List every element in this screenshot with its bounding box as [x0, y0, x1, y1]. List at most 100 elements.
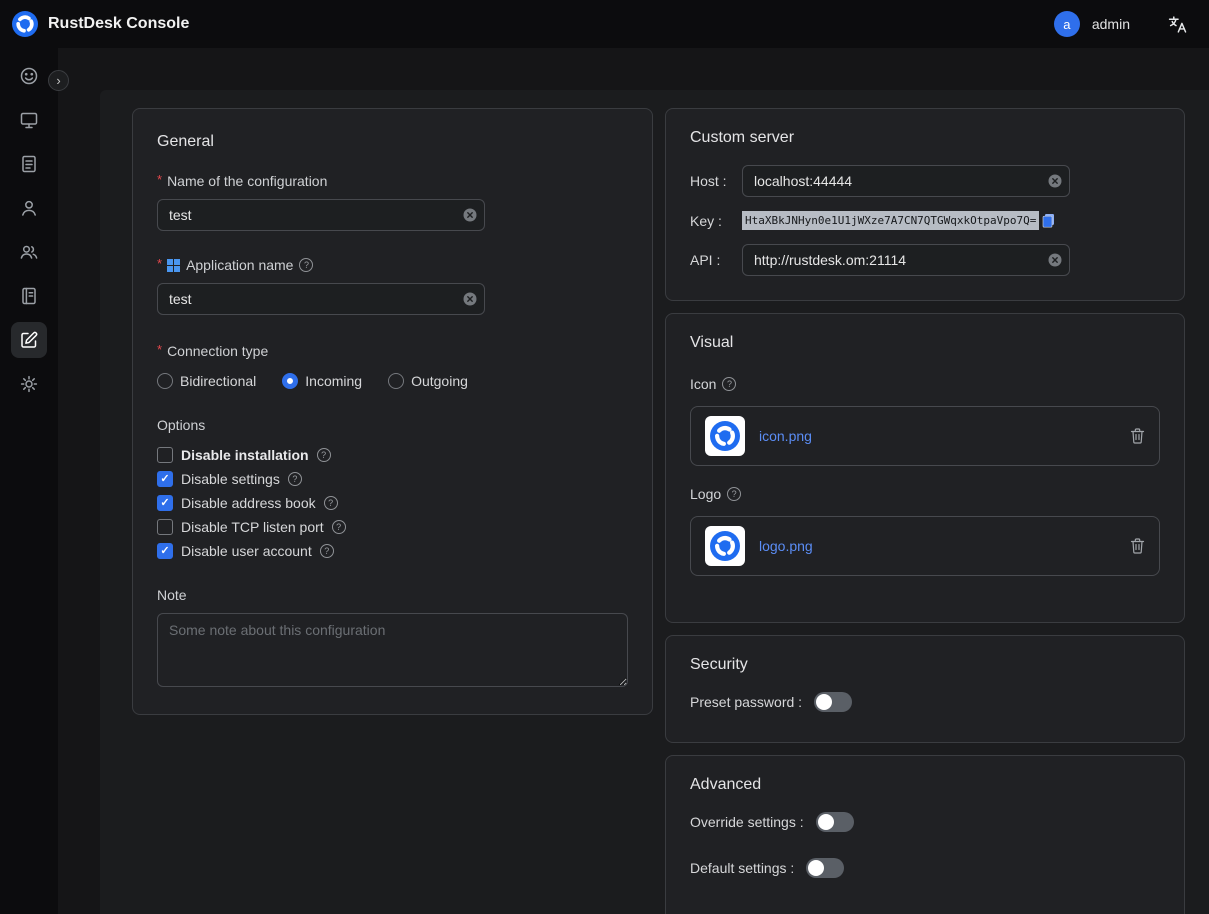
help-icon[interactable]: ? [299, 258, 313, 272]
checkbox-control[interactable] [157, 471, 173, 487]
logo-file-link[interactable]: logo.png [759, 538, 1116, 554]
icon-file-link[interactable]: icon.png [759, 428, 1116, 444]
options-label: Options [157, 417, 628, 433]
icon-file-box: icon.png [690, 406, 1160, 466]
general-title: General [157, 133, 628, 151]
sidebar [0, 48, 58, 914]
radio-control[interactable] [388, 373, 404, 389]
security-title: Security [690, 656, 1160, 674]
windows-icon [167, 259, 180, 272]
help-icon[interactable]: ? [324, 496, 338, 510]
radio-outgoing[interactable]: Outgoing [388, 373, 468, 389]
username[interactable]: admin [1092, 16, 1130, 32]
preset-password-toggle[interactable] [814, 692, 852, 712]
sidebar-item-dashboard[interactable] [11, 58, 47, 94]
config-name-label: * Name of the configuration [157, 173, 628, 189]
security-card: Security Preset password : [665, 635, 1185, 743]
clear-icon[interactable] [1048, 174, 1062, 188]
visual-card: Visual Icon ? ic [665, 313, 1185, 623]
host-row: Host : [690, 165, 1160, 197]
user-icon [19, 198, 39, 218]
radio-control[interactable] [157, 373, 173, 389]
monitor-icon [19, 110, 39, 130]
checkbox-control[interactable] [157, 495, 173, 511]
sidebar-item-logs[interactable] [11, 278, 47, 314]
checkbox-disable-user-account[interactable]: Disable user account ? [157, 543, 628, 559]
options-list: Disable installation ? Disable settings … [157, 447, 628, 559]
sidebar-item-custom-clients[interactable] [11, 322, 47, 358]
edit-icon [19, 330, 39, 350]
checkbox-disable-installation[interactable]: Disable installation ? [157, 447, 628, 463]
help-icon[interactable]: ? [727, 487, 741, 501]
document-icon [19, 154, 39, 174]
clear-icon[interactable] [463, 292, 477, 306]
avatar[interactable]: a [1054, 11, 1080, 37]
translate-icon[interactable] [1168, 16, 1187, 33]
host-input[interactable] [742, 165, 1070, 197]
header: RustDesk Console a admin [0, 0, 1209, 48]
application-name-label: * Application name ? [157, 257, 628, 273]
logo-label-row: Logo ? [690, 486, 1160, 502]
radio-bidirectional[interactable]: Bidirectional [157, 373, 256, 389]
copy-icon[interactable] [1041, 213, 1056, 228]
header-right: a admin [1054, 11, 1187, 37]
sidebar-expand-button[interactable]: › [48, 70, 69, 91]
config-name-input[interactable] [157, 199, 485, 231]
help-icon[interactable]: ? [288, 472, 302, 486]
api-input[interactable] [742, 244, 1070, 276]
rustdesk-logo-icon [12, 11, 38, 37]
help-icon[interactable]: ? [320, 544, 334, 558]
override-settings-row: Override settings : [690, 812, 1160, 832]
sidebar-item-settings[interactable] [11, 366, 47, 402]
content-area: General * Name of the configuration * [58, 48, 1209, 914]
users-icon [19, 242, 39, 262]
icon-label-row: Icon ? [690, 376, 1160, 392]
clear-icon[interactable] [463, 208, 477, 222]
help-icon[interactable]: ? [317, 448, 331, 462]
radio-incoming[interactable]: Incoming [282, 373, 362, 389]
sidebar-item-users[interactable] [11, 190, 47, 226]
icon-thumbnail [705, 416, 745, 456]
override-settings-label: Override settings : [690, 814, 804, 830]
sidebar-item-groups[interactable] [11, 234, 47, 270]
trash-icon[interactable] [1130, 428, 1145, 444]
checkbox-control[interactable] [157, 543, 173, 559]
columns: General * Name of the configuration * [100, 90, 1209, 914]
app-title: RustDesk Console [48, 15, 189, 33]
advanced-card: Advanced Override settings : Default set… [665, 755, 1185, 914]
notebook-icon [19, 286, 39, 306]
checkbox-control[interactable] [157, 447, 173, 463]
connection-type-group: Bidirectional Incoming Outgoing [157, 373, 628, 389]
checkbox-disable-address-book[interactable]: Disable address book ? [157, 495, 628, 511]
sidebar-item-devices[interactable] [11, 102, 47, 138]
default-settings-label: Default settings : [690, 860, 794, 876]
required-asterisk: * [157, 172, 162, 187]
checkbox-disable-settings[interactable]: Disable settings ? [157, 471, 628, 487]
logo-file-box: logo.png [690, 516, 1160, 576]
config-name-field [157, 199, 485, 231]
gear-icon [19, 374, 39, 394]
trash-icon[interactable] [1130, 538, 1145, 554]
preset-password-label: Preset password : [690, 694, 802, 710]
key-value: HtaXBkJNHyn0e1U1jWXze7A7CN7QTGWqxkOtpaVp… [742, 211, 1039, 230]
help-icon[interactable]: ? [722, 377, 736, 391]
application-name-field [157, 283, 485, 315]
required-asterisk: * [157, 256, 162, 271]
checkbox-control[interactable] [157, 519, 173, 535]
right-column: Custom server Host : Key : [665, 108, 1185, 914]
key-label: Key : [690, 213, 742, 229]
clear-icon[interactable] [1048, 253, 1062, 267]
advanced-title: Advanced [690, 776, 1160, 794]
application-name-input[interactable] [157, 283, 485, 315]
radio-control[interactable] [282, 373, 298, 389]
help-icon[interactable]: ? [332, 520, 346, 534]
override-settings-toggle[interactable] [816, 812, 854, 832]
smiley-icon [19, 66, 39, 86]
default-settings-toggle[interactable] [806, 858, 844, 878]
sidebar-item-documents[interactable] [11, 146, 47, 182]
custom-server-card: Custom server Host : Key : [665, 108, 1185, 301]
brand: RustDesk Console [12, 11, 189, 37]
note-textarea[interactable] [157, 613, 628, 687]
api-field [742, 244, 1070, 276]
checkbox-disable-tcp-listen-port[interactable]: Disable TCP listen port ? [157, 519, 628, 535]
